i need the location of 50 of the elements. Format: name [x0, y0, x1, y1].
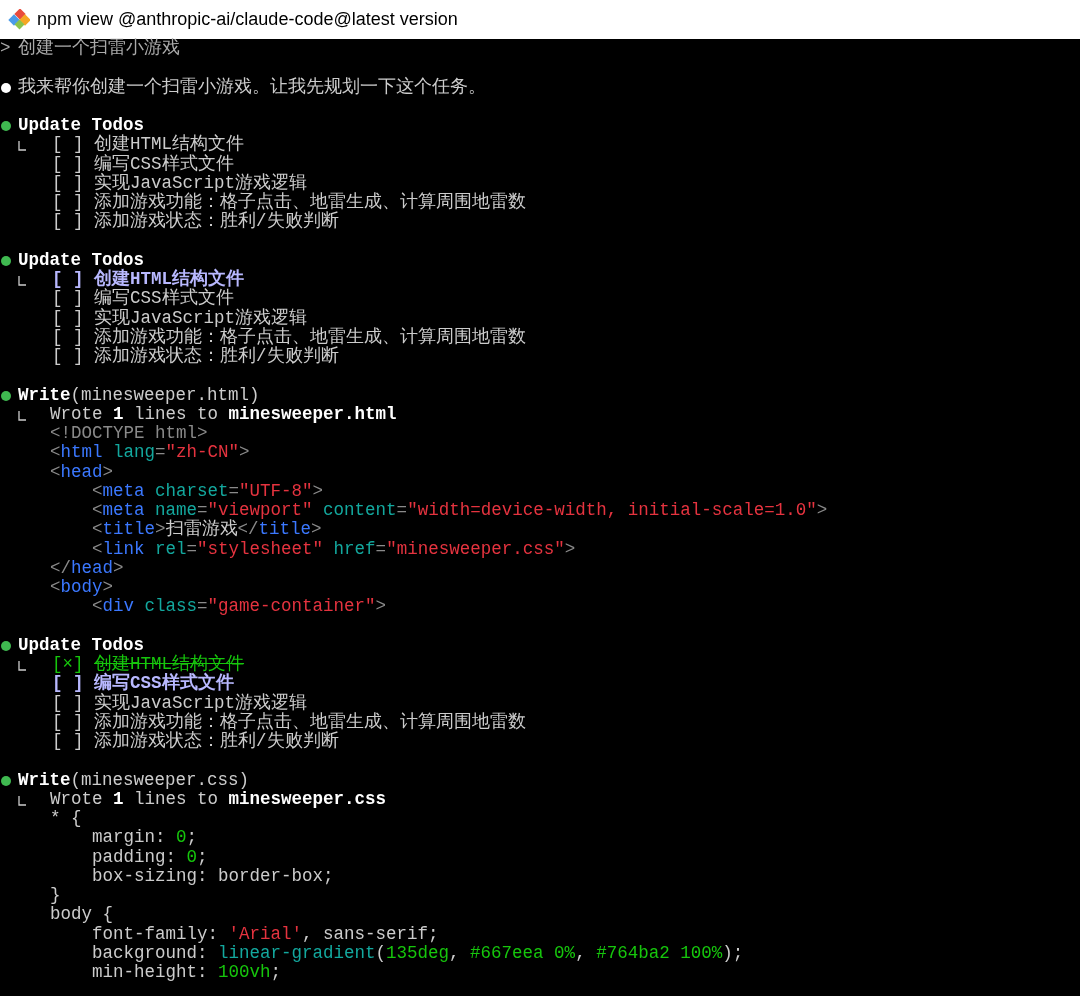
code-line: <html lang="zh-CN">	[50, 443, 251, 463]
todos-heading: Update Todos	[18, 635, 145, 655]
todo-item: [ ] 添加游戏功能：格子点击、地雷生成、计算周围地雷数	[51, 193, 526, 212]
todo-item: [ ] 添加游戏功能：格子点击、地雷生成、计算周围地雷数	[51, 327, 526, 347]
todo-item: [ ] 实现JavaScript游戏逻辑	[51, 173, 309, 193]
code-line: <head>	[50, 462, 115, 482]
code-line: <title>扫雷游戏</title>	[91, 520, 323, 540]
tool-call-header: Write(minesweeper.css)	[18, 770, 250, 790]
message-text: 我来帮你创建一个扫雷小游戏。让我先规划一下这个任务。	[18, 77, 486, 97]
code-line: <div class="game-container">	[91, 597, 388, 617]
tool-result: Wrote 1 lines to minesweeper.css	[50, 789, 388, 809]
todo-item: [ ] 编写CSS样式文件	[51, 289, 235, 309]
todo-item: [ ] 添加游戏状态：胜利/失败判断	[51, 732, 340, 752]
code-line: padding: 0;	[91, 847, 209, 867]
app-icon	[8, 8, 30, 31]
tool-result: Wrote 1 lines to minesweeper.html	[50, 404, 398, 424]
code-line: <link rel="stylesheet" href="minesweeper.css">	[91, 539, 577, 559]
todo-item: [ ] 编写CSS样式文件	[51, 674, 235, 694]
todo-item: [ ] 创建HTML结构文件	[51, 135, 246, 155]
code-line: }	[50, 886, 62, 906]
prompt-marker: >	[0, 39, 11, 59]
todo-item: [ ] 实现JavaScript游戏逻辑	[51, 308, 309, 328]
code-line: background: linear-gradient(135deg, #667eea 0%, #764ba2 100%);	[91, 943, 744, 963]
todos-heading: Update Todos	[18, 116, 145, 135]
todo-item: [ ] 添加游戏状态：胜利/失败判断	[51, 212, 340, 232]
todo-item: [ ] 编写CSS样式文件	[51, 154, 235, 174]
todos-heading: Update Todos	[18, 250, 145, 270]
code-line: * {	[50, 809, 83, 829]
corner-icon	[18, 276, 26, 286]
code-line: min-height: 100vh;	[91, 963, 283, 983]
window-title: npm view @anthropic-ai/claude-code@latest version	[37, 8, 458, 31]
code-line: margin: 0;	[91, 828, 199, 848]
todo-item: [ ] 创建HTML结构文件	[52, 270, 246, 289]
prompt-text: 创建一个扫雷小游戏	[18, 39, 180, 59]
todo-item: [ ] 添加游戏功能：格子点击、地雷生成、计算周围地雷数	[51, 712, 526, 732]
code-line: body {	[50, 905, 114, 925]
corner-icon	[18, 410, 26, 421]
code-line: font-family: 'Arial', sans-serif;	[91, 924, 440, 944]
corner-icon	[18, 661, 26, 671]
todo-item: [ ] 实现JavaScript游戏逻辑	[51, 693, 309, 713]
corner-icon	[18, 141, 26, 152]
code-line: box-sizing: border-box;	[91, 866, 335, 886]
tool-call-header: Write(minesweeper.html)	[18, 385, 260, 405]
code-line: <meta name="viewport" content="width=device-width, initial-scale=1.0">	[91, 501, 828, 520]
code-line: <!DOCTYPE html>	[50, 424, 209, 444]
todo-item: [ ] 添加游戏状态：胜利/失败判断	[51, 347, 340, 367]
code-line: <body>	[50, 578, 115, 598]
code-line: </head>	[50, 558, 125, 578]
corner-icon	[18, 795, 26, 806]
code-line: <meta charset="UTF-8">	[91, 481, 325, 501]
